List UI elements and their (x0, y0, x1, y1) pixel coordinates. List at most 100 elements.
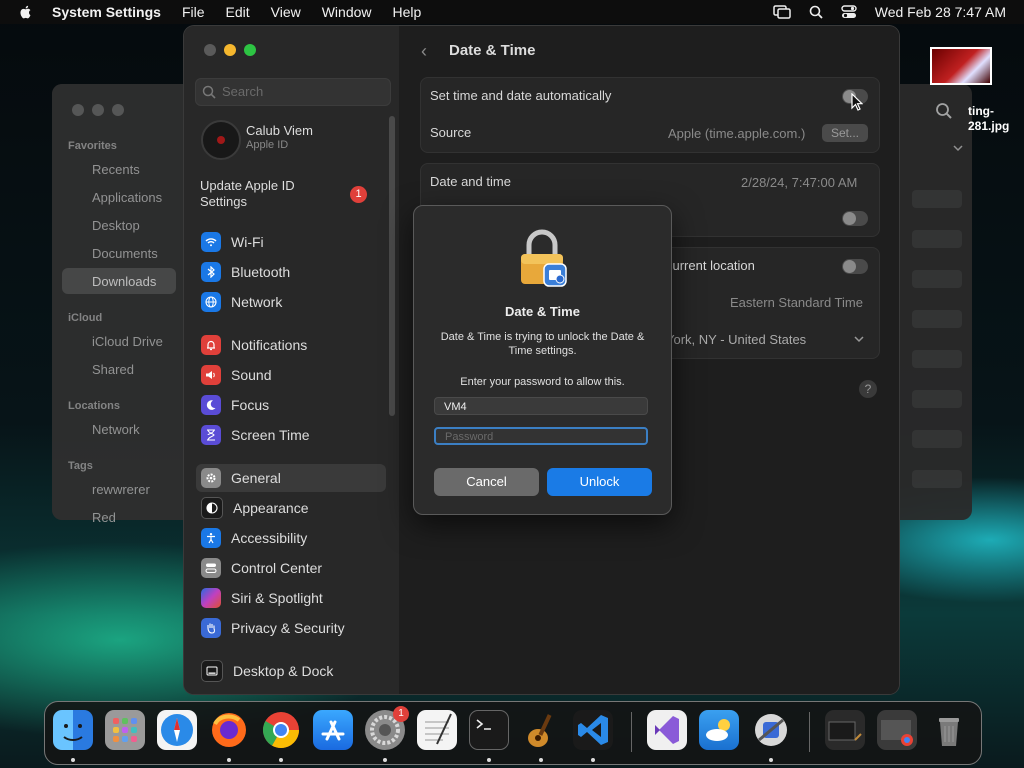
back-chevron-icon[interactable]: ‹ (421, 41, 427, 62)
close-button[interactable] (204, 44, 216, 56)
minimize-button[interactable] (224, 44, 236, 56)
running-indicator (383, 758, 387, 762)
menu-edit[interactable]: Edit (226, 4, 250, 20)
set-auto-label: Set time and date automatically (430, 88, 612, 103)
finder-item-downloads[interactable]: Downloads (92, 274, 156, 289)
set-source-button[interactable]: Set... (822, 124, 868, 142)
sidebar-item-label: Sound (231, 367, 272, 383)
zoom-button[interactable] (244, 44, 256, 56)
chevron-down-icon[interactable] (854, 335, 864, 343)
sidebar-item-label: Desktop & Dock (233, 663, 334, 679)
sidebar-item-notifications[interactable]: Notifications (196, 331, 386, 359)
vscode-app-icon[interactable] (573, 710, 613, 750)
sidebar-item-appearance[interactable]: Appearance (196, 494, 386, 522)
lock-icon (521, 229, 567, 287)
update-apple-id-settings[interactable]: Update Apple ID Settings (200, 178, 340, 210)
chrome-app-icon[interactable] (261, 710, 301, 750)
unlock-dialog: Date & Time Date & Time is trying to unl… (413, 205, 672, 515)
finder-traffic-lights (72, 104, 124, 116)
desktop-file-label-line1: ting- (968, 104, 994, 118)
finder-item-documents[interactable]: Documents (92, 246, 158, 261)
finder-item-desktop[interactable]: Desktop (92, 218, 140, 233)
finder-app-icon[interactable] (53, 710, 93, 750)
username-field[interactable]: VM4 (434, 397, 648, 415)
sidebar-item-siri-spotlight[interactable]: Siri & Spotlight (196, 584, 386, 612)
sidebar-item-control-center[interactable]: Control Center (196, 554, 386, 582)
weather-app-icon[interactable] (699, 710, 739, 750)
chevron-down-icon[interactable] (952, 144, 964, 152)
finder-row (912, 350, 962, 368)
document-stack-icon[interactable] (825, 710, 865, 750)
time-format-toggle[interactable] (842, 211, 868, 226)
finder-item-icloud-drive[interactable]: iCloud Drive (92, 334, 163, 349)
sidebar-item-label: General (231, 470, 281, 486)
date-time-value[interactable]: 2/28/24, 7:47:00 AM (741, 175, 857, 190)
finder-item-network[interactable]: Network (92, 422, 140, 437)
password-field[interactable]: Password (434, 427, 648, 445)
spotlight-search-icon[interactable] (809, 5, 823, 19)
terminal-app-icon[interactable] (469, 710, 509, 750)
sidebar-item-privacy-security[interactable]: Privacy & Security (196, 614, 386, 642)
menubar-clock[interactable]: Wed Feb 28 7:47 AM (875, 4, 1006, 20)
sidebar-item-wifi[interactable]: Wi-Fi (196, 228, 386, 256)
closest-city-value[interactable]: York, NY - United States (666, 332, 806, 347)
downloads-stack-icon[interactable] (877, 710, 917, 750)
apple-icon[interactable] (18, 4, 34, 20)
sidebar-search-field[interactable]: Search (195, 78, 391, 106)
menu-view[interactable]: View (271, 4, 301, 20)
dialog-prompt: Enter your password to allow this. (460, 376, 625, 388)
screen-mirroring-icon[interactable] (772, 5, 791, 19)
help-button[interactable]: ? (859, 380, 877, 398)
menu-app-name[interactable]: System Settings (52, 4, 161, 20)
user-name[interactable]: Calub Viem (246, 123, 313, 138)
finder-item-shared[interactable]: Shared (92, 362, 134, 377)
textedit-app-icon[interactable] (417, 710, 457, 750)
running-indicator (227, 758, 231, 762)
finder-row (912, 310, 962, 328)
desktop-file-label[interactable]: ting- 281.jpg (968, 104, 1009, 134)
safari-app-icon[interactable] (157, 710, 197, 750)
finder-tag-rewwrerer[interactable]: rewwrerer (92, 482, 150, 497)
finder-tag-red[interactable]: Red (92, 510, 116, 525)
sidebar-item-accessibility[interactable]: Accessibility (196, 524, 386, 552)
hand-icon (201, 618, 221, 638)
time-zone-value: Eastern Standard Time (730, 295, 863, 310)
garageband-app-icon[interactable] (521, 710, 561, 750)
avatar[interactable] (201, 120, 241, 160)
visual-studio-app-icon[interactable] (647, 710, 687, 750)
update-badge: 1 (350, 186, 367, 203)
app-store-icon[interactable] (313, 710, 353, 750)
sidebar-item-bluetooth[interactable]: Bluetooth (196, 258, 386, 286)
sidebar-scrollbar[interactable] (389, 116, 395, 416)
current-location-toggle[interactable] (842, 259, 868, 274)
siri-icon (201, 588, 221, 608)
sidebar-item-label: Siri & Spotlight (231, 590, 323, 606)
menu-help[interactable]: Help (393, 4, 422, 20)
firefox-app-icon[interactable] (209, 710, 249, 750)
system-utility-app-icon[interactable] (751, 710, 791, 750)
sidebar-item-general[interactable]: General (196, 464, 386, 492)
finder-row (912, 270, 962, 288)
unlock-button[interactable]: Unlock (547, 468, 652, 496)
moon-icon (201, 395, 221, 415)
sidebar-item-screen-time[interactable]: Screen Time (196, 421, 386, 449)
sidebar-item-label: Notifications (231, 337, 308, 353)
menu-file[interactable]: File (182, 4, 205, 20)
trash-icon[interactable] (929, 710, 969, 750)
finder-search-icon[interactable] (935, 102, 953, 120)
dock-separator (809, 712, 810, 752)
menu-window[interactable]: Window (322, 4, 372, 20)
sidebar-item-network[interactable]: Network (196, 288, 386, 316)
sidebar-item-label: Screen Time (231, 427, 310, 443)
finder-item-recents[interactable]: Recents (92, 162, 140, 177)
desktop-image-thumbnail[interactable] (930, 47, 992, 85)
sidebar-item-desktop-dock[interactable]: Desktop & Dock (196, 657, 386, 685)
cancel-button[interactable]: Cancel (434, 468, 539, 496)
finder-item-applications[interactable]: Applications (92, 190, 162, 205)
control-center-icon[interactable] (841, 5, 857, 19)
launchpad-app-icon[interactable] (105, 710, 145, 750)
sidebar-item-focus[interactable]: Focus (196, 391, 386, 419)
accessibility-icon (201, 528, 221, 548)
sidebar-item-sound[interactable]: Sound (196, 361, 386, 389)
finder-row (912, 390, 962, 408)
